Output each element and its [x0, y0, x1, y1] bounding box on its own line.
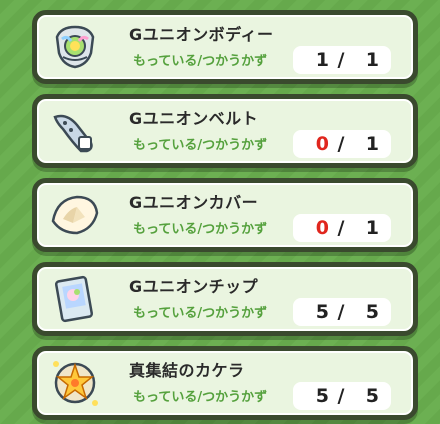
owned-needed-label: もっている/つかうかず: [133, 218, 267, 237]
material-card-chip[interactable]: Gユニオンチップ もっている/つかうかず 5 / 5: [32, 262, 418, 336]
count-box: 1 / 1: [293, 46, 391, 74]
needed-label: つかうかず: [202, 54, 268, 69]
owned-count: 0: [315, 133, 329, 155]
count-slash: /: [337, 217, 345, 239]
owned-count: 5: [315, 385, 329, 407]
material-name: 真集結のカケラ: [129, 361, 245, 380]
needed-label: つかうかず: [202, 306, 268, 321]
material-card-fragment[interactable]: 真集結のカケラ もっている/つかうかず 5 / 5: [32, 346, 418, 420]
shell-cover-icon: [47, 187, 103, 243]
needed-count: 1: [365, 133, 379, 155]
owned-count: 1: [315, 49, 329, 71]
material-name: Gユニオンボディー: [129, 25, 274, 44]
count-slash: /: [337, 385, 345, 407]
count-slash: /: [337, 301, 345, 323]
needed-label: つかうかず: [202, 390, 268, 405]
card-chip-icon: [47, 271, 103, 327]
material-name: Gユニオンカバー: [129, 193, 259, 212]
owned-label: もっている: [133, 390, 198, 405]
count-box: 5 / 5: [293, 298, 391, 326]
owned-needed-label: もっている/つかうかず: [133, 302, 267, 321]
material-name: Gユニオンベルト: [129, 109, 259, 128]
needed-count: 1: [365, 217, 379, 239]
material-card-cover[interactable]: Gユニオンカバー もっている/つかうかず 0 / 1: [32, 178, 418, 252]
star-fragment-icon: [47, 355, 103, 411]
owned-label: もっている: [133, 138, 198, 153]
needed-count: 5: [365, 385, 379, 407]
count-slash: /: [337, 133, 345, 155]
count-box: 5 / 5: [293, 382, 391, 410]
owned-needed-label: もっている/つかうかず: [133, 386, 267, 405]
owned-label: もっている: [133, 54, 198, 69]
needed-count: 1: [365, 49, 379, 71]
material-card-body[interactable]: Gユニオンボディー もっている/つかうかず 1 / 1: [32, 10, 418, 84]
material-name: Gユニオンチップ: [129, 277, 259, 296]
material-card-belt[interactable]: Gユニオンベルト もっている/つかうかず 0 / 1: [32, 94, 418, 168]
material-list: Gユニオンボディー もっている/つかうかず 1/1 Gユニオンベルト もっている…: [0, 0, 440, 424]
belt-icon: [47, 103, 103, 159]
count-box: 0 / 1: [293, 214, 391, 242]
armor-body-icon: [47, 19, 103, 75]
needed-count: 5: [365, 301, 379, 323]
owned-needed-label: もっている/つかうかず: [133, 134, 267, 153]
needed-label: つかうかず: [202, 138, 268, 153]
owned-label: もっている: [133, 222, 198, 237]
owned-count: 5: [315, 301, 329, 323]
owned-count: 0: [315, 217, 329, 239]
count-slash: /: [337, 49, 345, 71]
owned-label: もっている: [133, 306, 198, 321]
needed-label: つかうかず: [202, 222, 268, 237]
owned-needed-label: もっている/つかうかず: [133, 50, 267, 69]
count-box: 0 / 1: [293, 130, 391, 158]
